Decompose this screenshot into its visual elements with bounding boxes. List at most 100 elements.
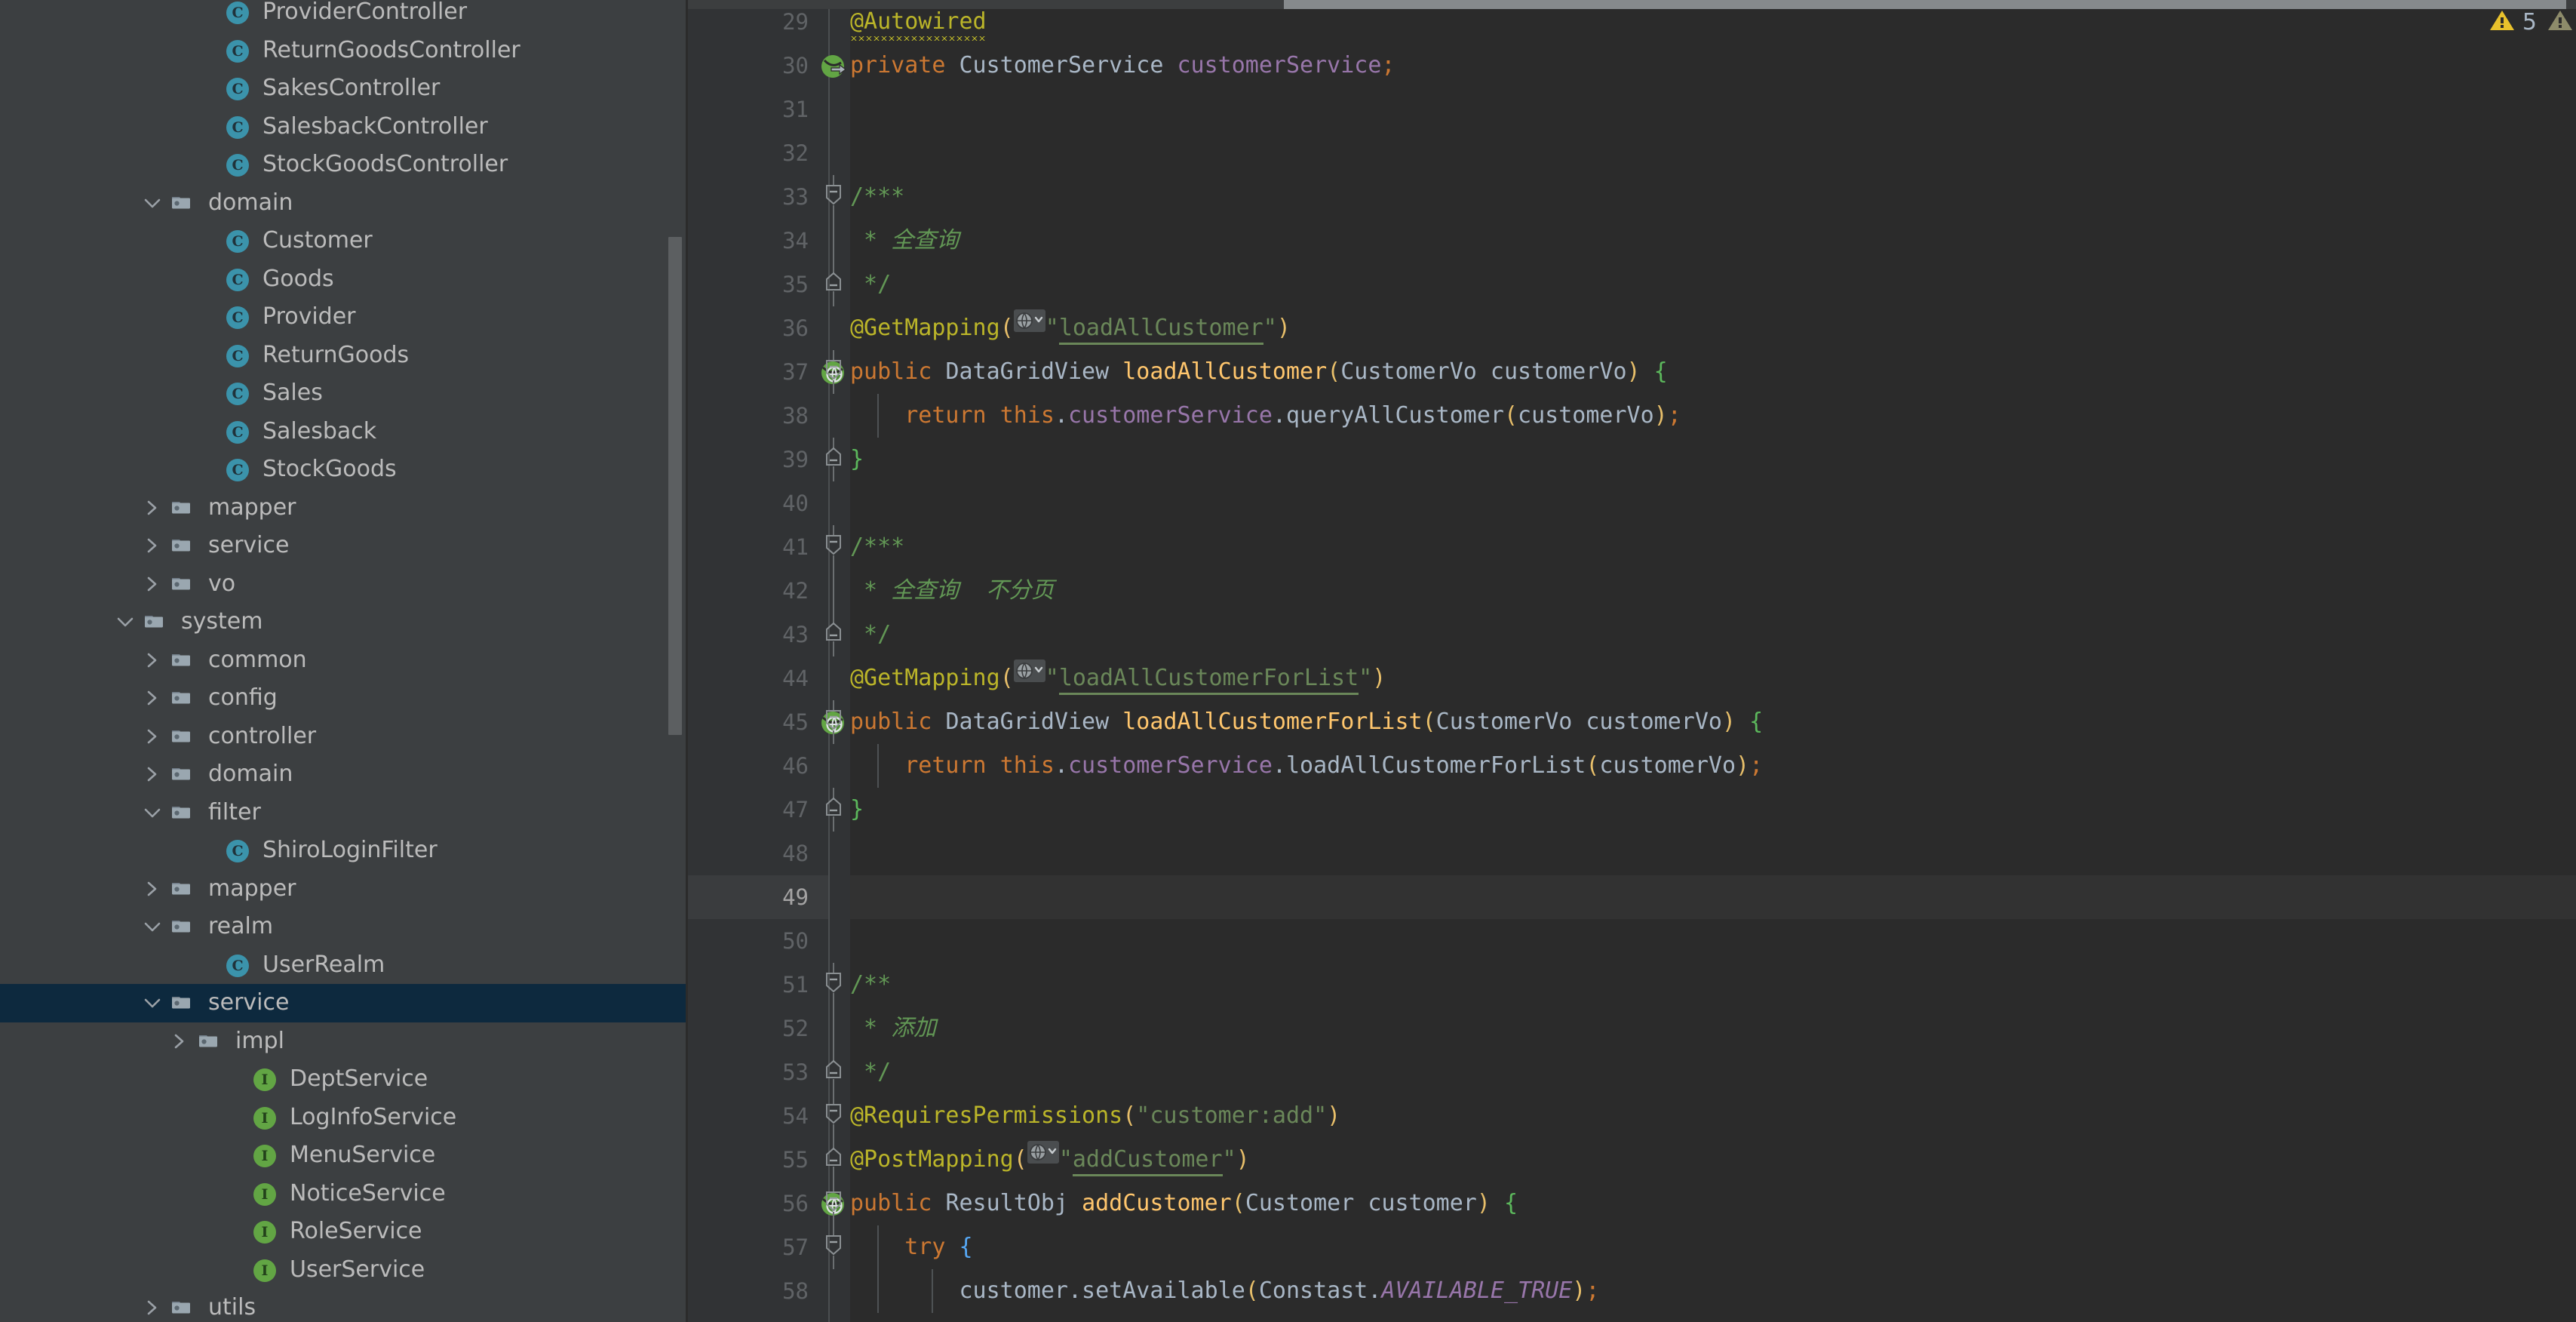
code-text[interactable]: * 全查询 [850, 219, 959, 263]
code-text[interactable]: public DataGridView loadAllCustomerForLi… [850, 700, 1763, 744]
tree-item-roleservice[interactable]: I RoleService [0, 1213, 688, 1251]
code-text[interactable]: @GetMapping("loadAllCustomer") [850, 306, 1291, 350]
inspection-warning-item[interactable]: 5 [2489, 9, 2537, 35]
inspection-warning-bar[interactable]: 5 [2489, 0, 2576, 44]
code-line[interactable]: 54 @RequiresPermissions("customer:add") [688, 1094, 2576, 1138]
code-text[interactable]: public ResultObj addCustomer(Customer cu… [850, 1182, 1518, 1225]
code-line[interactable]: 44 @GetMapping("loadAllCustomerForList") [688, 656, 2576, 700]
code-text[interactable]: private CustomerService customerService; [850, 44, 1395, 88]
code-line[interactable]: 33 /*** [688, 175, 2576, 219]
web-endpoint-icon[interactable] [1013, 655, 1045, 699]
code-text[interactable]: customer.setAvailable(Constast.AVAILABLE… [850, 1269, 1599, 1313]
code-text[interactable]: @PostMapping("addCustomer") [850, 1138, 1250, 1182]
tree-item-controller[interactable]: controller [0, 718, 688, 756]
code-line[interactable]: 40 [688, 481, 2576, 525]
chevron-down-icon[interactable] [136, 984, 169, 1022]
code-fold-marker[interactable] [822, 963, 845, 1007]
chevron-right-icon[interactable] [136, 641, 169, 679]
tree-item-impl[interactable]: impl [0, 1022, 688, 1061]
editor-horizontal-scrollbar-thumb[interactable] [1284, 0, 2566, 9]
tree-item-provider[interactable]: C Provider [0, 298, 688, 337]
code-fold-marker[interactable] [822, 1138, 845, 1182]
tree-item-common[interactable]: common [0, 641, 688, 680]
chevron-right-icon[interactable] [136, 565, 169, 603]
code-fold-marker[interactable] [822, 1050, 845, 1094]
code-fold-marker[interactable] [822, 263, 845, 306]
web-endpoint-icon[interactable] [1027, 1136, 1059, 1180]
code-text[interactable]: /** [850, 963, 891, 1007]
code-text[interactable]: */ [850, 613, 891, 656]
code-fold-marker[interactable] [822, 569, 845, 613]
tree-item-noticeservice[interactable]: I NoticeService [0, 1175, 688, 1213]
code-editor[interactable]: 29 @Autowired 30 private CustomerService cu… [688, 0, 2576, 1322]
tree-item-shirologinfilter[interactable]: C ShiroLoginFilter [0, 832, 688, 870]
code-text[interactable]: } [850, 788, 864, 832]
code-fold-marker[interactable] [822, 350, 845, 394]
code-line[interactable]: 56 public ResultObj addCustomer(Customer … [688, 1182, 2576, 1225]
chevron-right-icon[interactable] [136, 1289, 169, 1322]
code-line[interactable]: 32 [688, 131, 2576, 175]
code-content[interactable]: 29 @Autowired 30 private CustomerService cu… [688, 0, 2576, 1322]
code-line[interactable]: 42 * 全查询 不分页 [688, 569, 2576, 613]
code-line[interactable]: 38 return this.customerService.queryAllC… [688, 394, 2576, 438]
tree-item-providercontroller[interactable]: C ProviderController [0, 0, 688, 32]
code-text[interactable]: return this.customerService.queryAllCust… [850, 394, 1681, 438]
tree-item-mapper[interactable]: mapper [0, 489, 688, 527]
code-line[interactable]: 53 */ [688, 1050, 2576, 1094]
code-text[interactable]: @GetMapping("loadAllCustomerForList") [850, 656, 1386, 700]
chevron-right-icon[interactable] [163, 1022, 196, 1060]
code-line[interactable]: 45 public DataGridView loadAllCustomerFor… [688, 700, 2576, 744]
code-fold-marker[interactable] [822, 1225, 845, 1269]
code-fold-marker[interactable] [822, 219, 845, 263]
chevron-right-icon[interactable] [136, 489, 169, 527]
inspection-warning-item[interactable] [2547, 9, 2573, 35]
tree-item-sales[interactable]: C Sales [0, 374, 688, 413]
chevron-down-icon[interactable] [136, 184, 169, 222]
code-line[interactable]: 36 @GetMapping("loadAllCustomer") [688, 306, 2576, 350]
tree-item-deptservice[interactable]: I DeptService [0, 1060, 688, 1099]
code-line[interactable]: 39} [688, 438, 2576, 481]
tree-item-stockgoodscontroller[interactable]: C StockGoodsController [0, 146, 688, 184]
warning-triangle-icon[interactable] [2547, 9, 2573, 35]
code-fold-marker[interactable] [822, 1007, 845, 1050]
tree-item-domain[interactable]: domain [0, 755, 688, 794]
tree-item-salesbackcontroller[interactable]: C SalesbackController [0, 108, 688, 146]
code-text[interactable]: @RequiresPermissions("customer:add") [850, 1094, 1340, 1138]
code-fold-marker[interactable] [822, 1182, 845, 1225]
code-fold-marker[interactable] [822, 613, 845, 656]
code-text[interactable]: /*** [850, 525, 904, 569]
tree-item-returngoods[interactable]: C ReturnGoods [0, 337, 688, 375]
tree-item-config[interactable]: config [0, 679, 688, 718]
web-endpoint-icon[interactable] [1013, 305, 1045, 349]
project-tree[interactable]: C ProviderController C ReturnGoodsControlle… [0, 0, 688, 1322]
tree-item-sakescontroller[interactable]: C SakesController [0, 69, 688, 108]
code-line[interactable]: 49 [688, 875, 2576, 919]
tree-item-filter[interactable]: filter [0, 794, 688, 832]
tree-item-customer[interactable]: C Customer [0, 222, 688, 260]
code-line[interactable]: 57 try { [688, 1225, 2576, 1269]
chevron-down-icon[interactable] [136, 908, 169, 945]
code-fold-marker[interactable] [822, 788, 845, 832]
code-line[interactable]: 34 * 全查询 [688, 219, 2576, 263]
tree-item-domain[interactable]: domain [0, 184, 688, 223]
code-line[interactable]: 37 public DataGridView loadAllCustomer(Cu… [688, 350, 2576, 394]
tree-item-returngoodscontroller[interactable]: C ReturnGoodsController [0, 32, 688, 70]
code-fold-marker[interactable] [822, 700, 845, 744]
code-text[interactable]: * 添加 [850, 1007, 936, 1050]
code-fold-marker[interactable] [822, 175, 845, 219]
code-line[interactable]: 50 [688, 919, 2576, 963]
code-line[interactable]: 47} [688, 788, 2576, 832]
code-text[interactable]: */ [850, 263, 891, 306]
code-line[interactable]: 48 [688, 832, 2576, 875]
tree-item-utils[interactable]: utils [0, 1289, 688, 1322]
chevron-right-icon[interactable] [136, 718, 169, 755]
code-text[interactable]: public DataGridView loadAllCustomer(Cust… [850, 350, 1668, 394]
tree-item-vo[interactable]: vo [0, 565, 688, 604]
tree-item-service[interactable]: service [0, 984, 688, 1022]
chevron-down-icon[interactable] [109, 603, 142, 641]
code-text[interactable]: /*** [850, 175, 904, 219]
code-line[interactable]: 52 * 添加 [688, 1007, 2576, 1050]
code-line[interactable]: 58 customer.setAvailable(Constast.AVAILA… [688, 1269, 2576, 1313]
code-fold-marker[interactable] [822, 1094, 845, 1138]
tree-item-userservice[interactable]: I UserService [0, 1251, 688, 1290]
